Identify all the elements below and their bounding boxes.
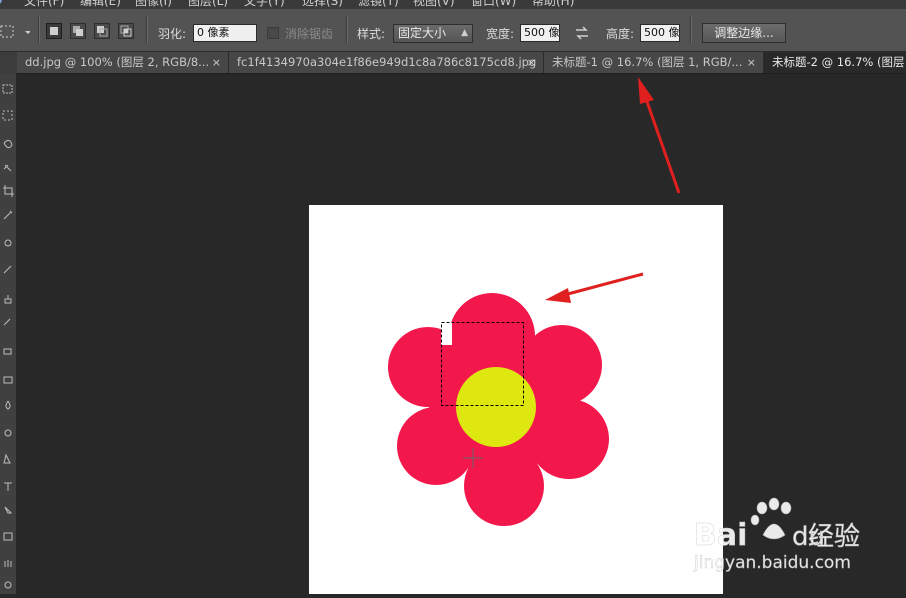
antialias-label: 消除锯齿 (285, 27, 334, 41)
feather-input[interactable]: 0 像素 (193, 24, 257, 42)
zoom-tool-icon (4, 581, 12, 589)
menu-select[interactable]: 选择(S) (302, 0, 343, 9)
lasso-tool-icon (3, 139, 13, 149)
path-select-tool-icon (4, 506, 13, 514)
options-bar: 羽化: 0 像素 消除锯齿 样式: 固定大小 ▲ 宽度: 500 像 高度: 5… (0, 9, 906, 52)
tool-preset-picker[interactable] (0, 23, 30, 41)
menu-file[interactable]: 文件(F) (24, 0, 64, 9)
style-label: 样式: (357, 27, 386, 41)
updown-arrow-icon: ▲ (461, 28, 468, 38)
tab-document-2[interactable]: fc1f4134970a304e1f86e949d1c8a786c8175cd8… (229, 52, 544, 73)
tab-document-4-active[interactable]: 未标题-2 @ 16.7% (图层 (764, 52, 906, 73)
divider (346, 15, 347, 43)
type-tool-icon (4, 482, 12, 491)
intersect-selection-button[interactable] (118, 23, 134, 39)
height-label: 高度: (606, 27, 635, 41)
eraser-tool-icon (3, 348, 12, 355)
style-select-value: 固定大小 (398, 26, 447, 40)
tab-document-1[interactable]: dd.jpg @ 100% (图层 2, RGB/8... × (17, 52, 229, 73)
new-selection-button[interactable] (46, 23, 62, 39)
flower-artwork (388, 293, 609, 526)
new-selection-icon (50, 27, 58, 35)
pen-tool-icon (3, 453, 11, 464)
gradient-tool-icon (3, 376, 13, 384)
subtract-from-selection-button[interactable] (94, 23, 110, 39)
petal-notch (441, 322, 452, 345)
width-input[interactable]: 500 像 (520, 24, 560, 42)
style-select[interactable]: 固定大小 ▲ (393, 24, 473, 43)
crop-tool-icon (3, 185, 14, 197)
height-input[interactable]: 500 像 (640, 24, 680, 42)
menu-edit[interactable]: 编辑(E) (80, 0, 121, 9)
feather-label: 羽化: (158, 27, 187, 41)
eyedropper-tool-icon (3, 210, 13, 220)
document-canvas[interactable] (309, 205, 723, 594)
app-logo-icon[interactable]: ● (0, 0, 2, 6)
rectangular-marquee-icon (0, 25, 30, 38)
menu-window[interactable]: 窗口(W) (471, 0, 516, 9)
divider (690, 15, 691, 43)
divider (38, 15, 39, 43)
tab-title: 未标题-2 @ 16.7% (图层 (772, 55, 905, 69)
menu-filter[interactable]: 滤镜(T) (358, 0, 399, 9)
shape-tool-icon (3, 532, 13, 541)
tools-panel (0, 73, 17, 594)
brush-tool-icon (3, 265, 12, 274)
document-tab-bar: dd.jpg @ 100% (图层 2, RGB/8... × fc1f4134… (0, 52, 906, 74)
menu-view[interactable]: 视图(V) (413, 0, 455, 9)
history-brush-tool-icon (3, 318, 11, 326)
close-icon[interactable]: × (747, 52, 756, 73)
blur-tool-icon (5, 400, 11, 410)
menu-type[interactable]: 文字(Y) (244, 0, 285, 9)
antialias-checkbox[interactable] (267, 27, 279, 39)
close-icon[interactable]: × (527, 52, 536, 73)
stamp-tool-icon (4, 295, 12, 304)
dodge-tool-icon (4, 429, 12, 437)
tab-title: dd.jpg @ 100% (图层 2, RGB/8... (25, 55, 210, 69)
menu-image[interactable]: 图像(I) (135, 0, 172, 9)
intersect-selection-icon (120, 25, 132, 37)
healing-tool-icon (4, 239, 12, 247)
menu-bar: ● 文件(F) 编辑(E) 图像(I) 图层(L) 文字(Y) 选择(S) 滤镜… (0, 0, 906, 9)
menu-layer[interactable]: 图层(L) (188, 0, 228, 9)
swap-icon (576, 26, 588, 40)
move-tool-icon (2, 84, 13, 94)
add-selection-icon (73, 26, 83, 36)
close-icon[interactable]: × (212, 52, 221, 73)
hand-tool-icon (4, 560, 12, 567)
width-label: 宽度: (486, 27, 515, 41)
refine-edge-button[interactable]: 调整边缘... (702, 23, 786, 43)
add-to-selection-button[interactable] (70, 23, 86, 39)
menu-help[interactable]: 帮助(H) (532, 0, 574, 9)
quick-select-tool-icon (3, 164, 12, 172)
tab-title: 未标题-1 @ 16.7% (图层 1, RGB/... (552, 55, 743, 69)
subtract-selection-icon (97, 26, 108, 37)
swap-dimensions-button[interactable] (574, 26, 590, 40)
divider (146, 15, 147, 43)
tab-document-3[interactable]: 未标题-1 @ 16.7% (图层 1, RGB/... × (544, 52, 764, 73)
tab-title: fc1f4134970a304e1f86e949d1c8a786c8175cd8… (237, 55, 537, 69)
chevron-down-icon (25, 31, 30, 34)
flower-center (456, 367, 536, 447)
toolbox-icons (2, 84, 14, 589)
marquee-tool-icon (2, 110, 13, 121)
